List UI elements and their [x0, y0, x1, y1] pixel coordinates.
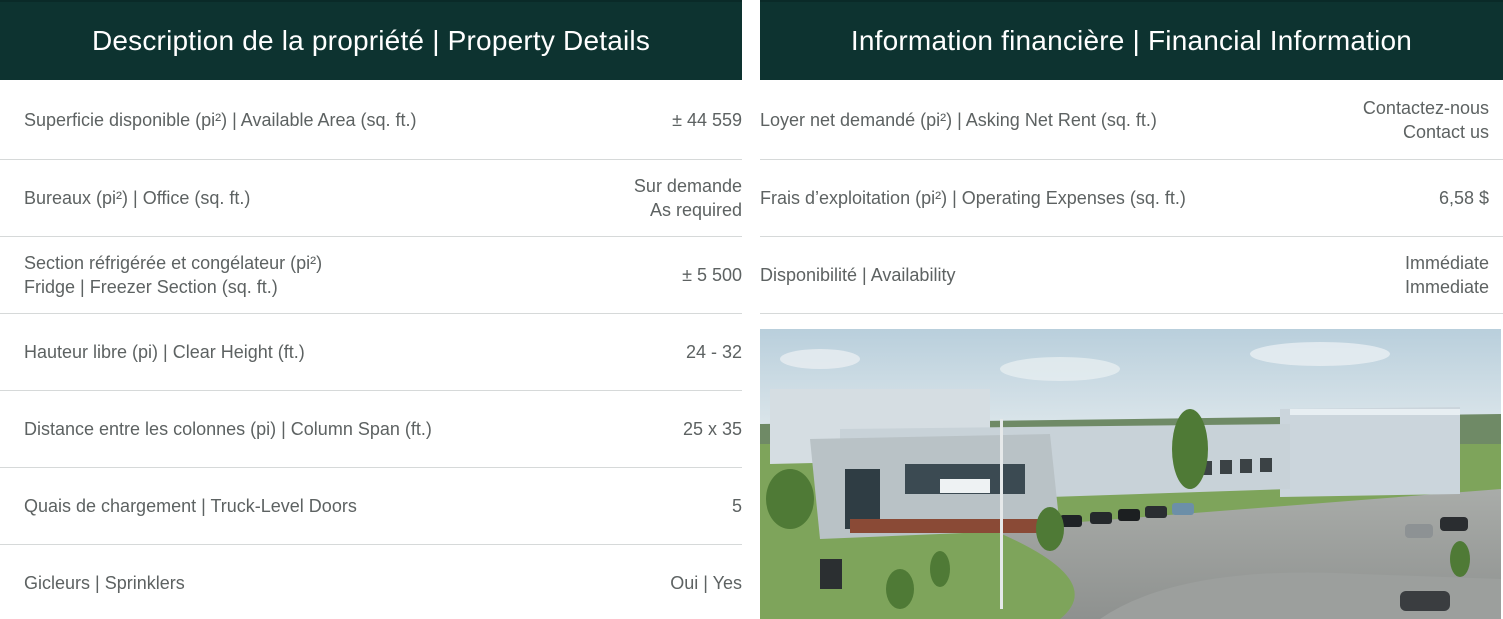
building-aerial-image [760, 329, 1501, 619]
row-value: ± 5 500 [682, 265, 742, 285]
financial-information-header: Information financière | Financial Infor… [760, 0, 1503, 80]
row-value-line1: Contactez-nous [1362, 97, 1489, 118]
table-row: Section réfrigérée et congélateur (pi²) … [0, 237, 742, 314]
row-label: Bureaux (pi²) | Office (sq. ft.) [24, 188, 251, 208]
row-label: Frais d’exploitation (pi²) | Operating E… [760, 188, 1186, 208]
row-value: Contactez-nous Contact us [1363, 96, 1503, 144]
table-row: Frais d’exploitation (pi²) | Operating E… [760, 160, 1503, 237]
table-row: Disponibilité | Availability Immédiate I… [760, 237, 1503, 314]
property-photo [760, 329, 1501, 619]
row-value: Oui | Yes [670, 573, 742, 593]
property-details-header: Description de la propriété | Property D… [0, 0, 742, 80]
row-value: 24 - 32 [685, 342, 742, 362]
row-value: 25 x 35 [682, 419, 742, 439]
table-row: Loyer net demandé (pi²) | Asking Net Ren… [760, 80, 1503, 160]
row-value: Sur demande As required [634, 174, 742, 222]
row-value-line2: Contact us [1402, 121, 1489, 142]
property-details-panel: Description de la propriété | Property D… [0, 0, 742, 619]
table-row: Quais de chargement | Truck-Level Doors … [0, 468, 742, 545]
row-value: 6,58 $ [1438, 188, 1489, 208]
table-row: Bureaux (pi²) | Office (sq. ft.) Sur dem… [0, 160, 742, 237]
row-value-line2: Immediate [1404, 277, 1489, 297]
row-label-line2: Fridge | Freezer Section (sq. ft.) [24, 277, 278, 297]
row-label: Gicleurs | Sprinklers [24, 573, 185, 593]
financial-information-panel: Information financière | Financial Infor… [760, 0, 1503, 314]
row-label: Hauteur libre (pi) | Clear Height (ft.) [24, 342, 305, 362]
row-label: Superficie disponible (pi²) | Available … [24, 109, 417, 130]
row-label: Section réfrigérée et congélateur (pi²) … [0, 251, 322, 299]
row-value: 5 [731, 496, 742, 516]
table-row: Distance entre les colonnes (pi) | Colum… [0, 391, 742, 468]
row-value: Immédiate Immediate [1405, 251, 1503, 299]
row-value-line1: Immédiate [1404, 253, 1489, 273]
table-row: Superficie disponible (pi²) | Available … [0, 80, 742, 160]
row-label-line1: Section réfrigérée et congélateur (pi²) [24, 253, 323, 273]
row-value: ± 44 559 [672, 109, 742, 130]
table-row: Hauteur libre (pi) | Clear Height (ft.) … [0, 314, 742, 391]
row-label: Disponibilité | Availability [760, 265, 956, 285]
row-label: Loyer net demandé (pi²) | Asking Net Ren… [760, 109, 1157, 130]
row-label: Quais de chargement | Truck-Level Doors [24, 496, 357, 516]
row-value-line1: Sur demande [633, 176, 742, 196]
table-row: Gicleurs | Sprinklers Oui | Yes [0, 545, 742, 619]
row-label: Distance entre les colonnes (pi) | Colum… [24, 419, 432, 439]
row-value-line2: As required [649, 200, 742, 220]
